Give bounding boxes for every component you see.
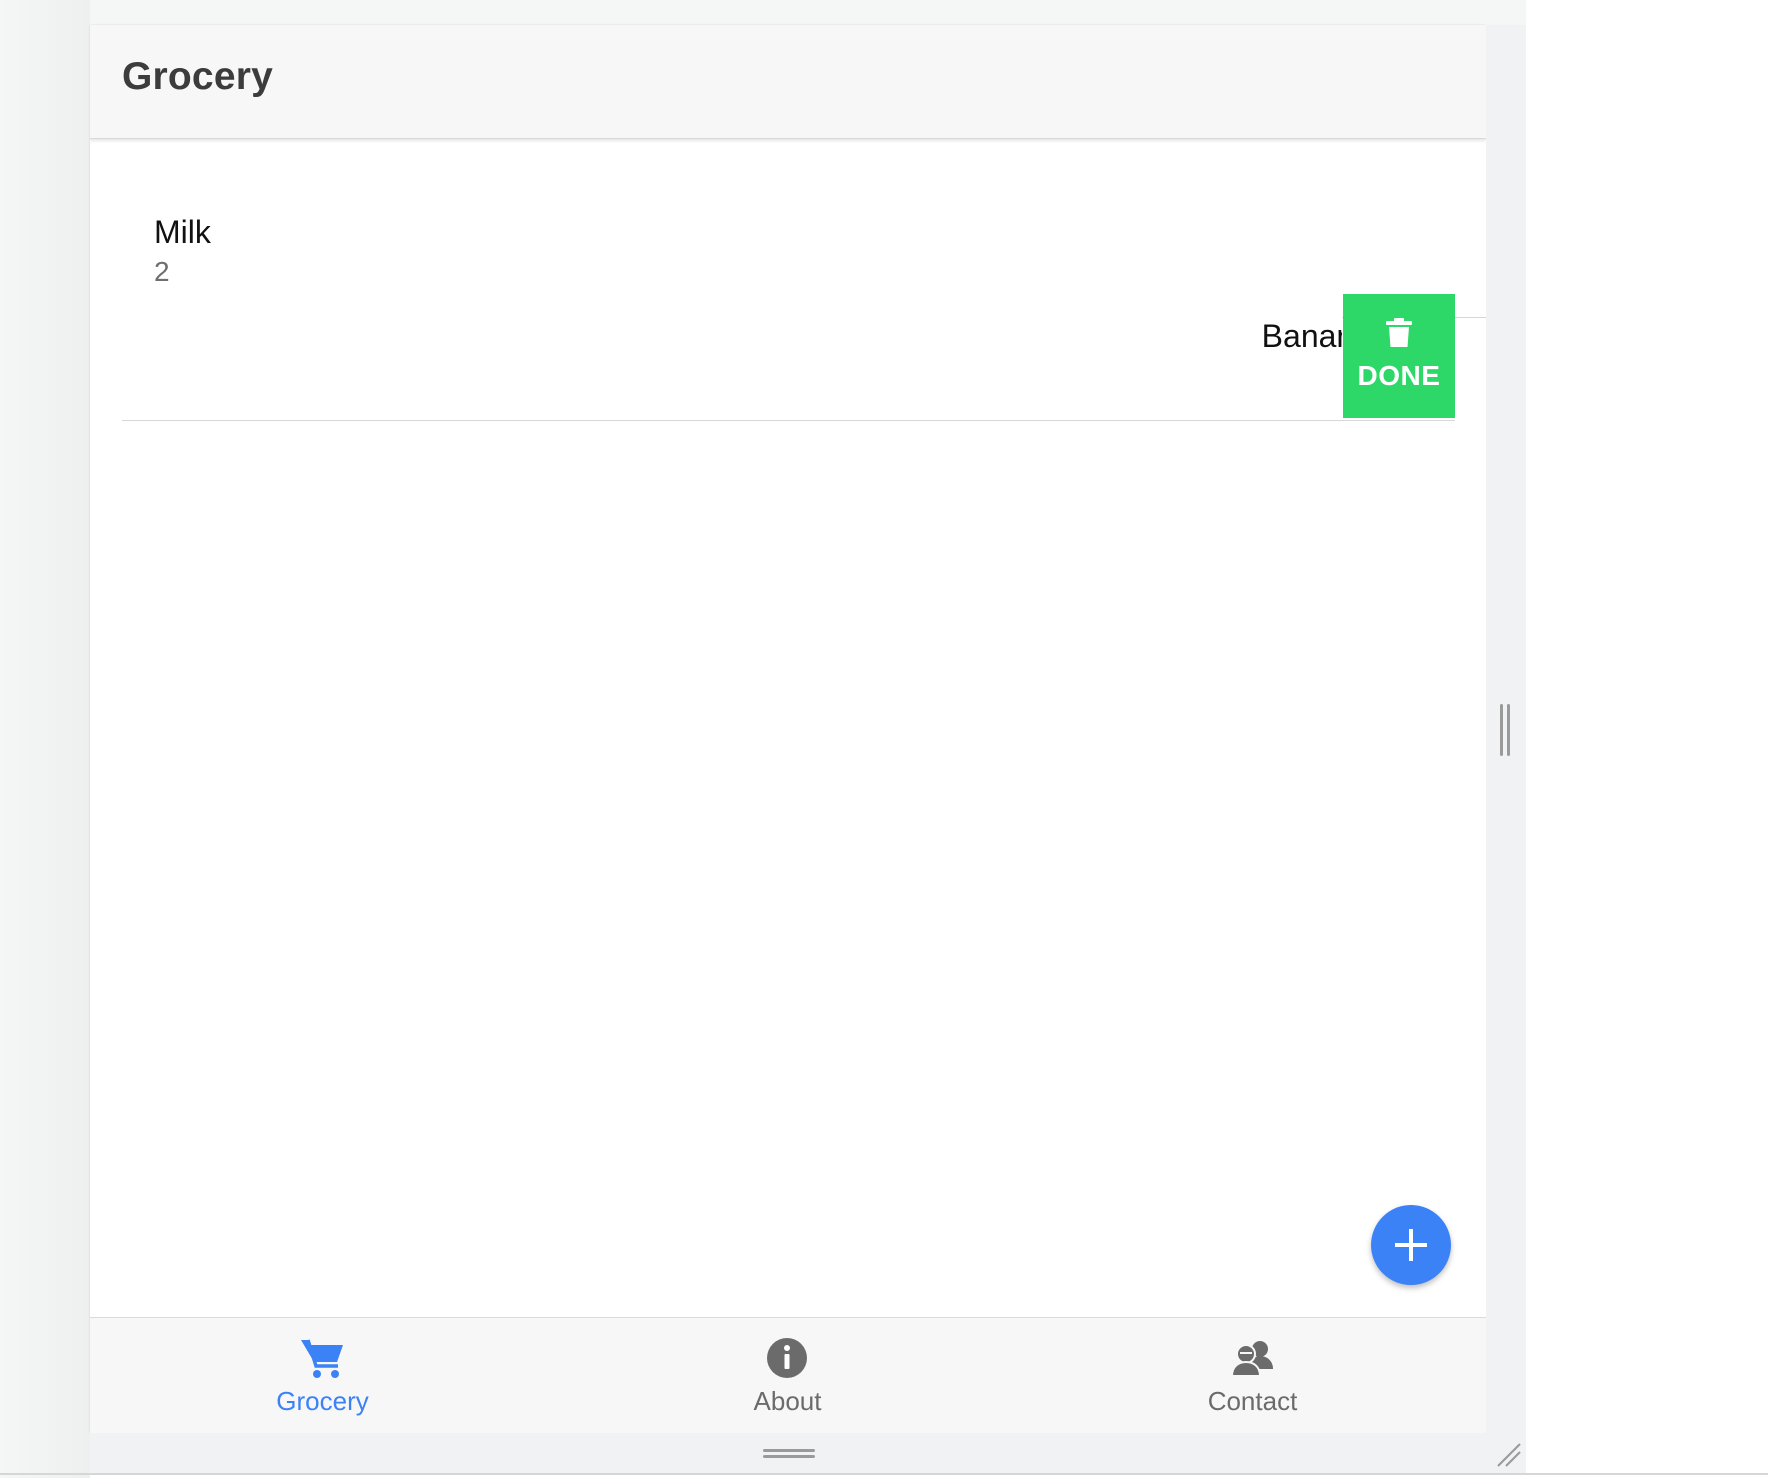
tab-label: Grocery <box>276 1386 369 1416</box>
tab-label: About <box>753 1386 822 1416</box>
add-item-button[interactable] <box>1371 1205 1451 1285</box>
divider <box>122 420 1455 421</box>
people-icon <box>1231 1341 1273 1377</box>
list-item-swiped[interactable]: Banana DONE <box>122 294 1455 421</box>
top-gutter <box>90 0 1526 25</box>
trash-icon <box>1386 318 1412 347</box>
viewport: Grocery Milk 2 Banana DONE <box>0 0 1768 1478</box>
tab-grocery[interactable]: Grocery <box>90 1318 555 1433</box>
item-name: Milk <box>154 214 211 250</box>
done-button[interactable]: DONE <box>1343 294 1455 418</box>
left-gutter <box>0 0 90 1478</box>
tab-bar: Grocery About Contact <box>90 1317 1486 1433</box>
list-item[interactable]: Milk 2 <box>90 141 1486 318</box>
horizontal-drag-handle[interactable] <box>763 1449 815 1459</box>
app-window: Grocery Milk 2 Banana DONE <box>90 25 1486 1433</box>
info-icon <box>767 1338 807 1378</box>
cart-icon <box>301 1339 343 1378</box>
done-label: DONE <box>1357 360 1441 391</box>
tab-label: Contact <box>1207 1386 1298 1416</box>
tab-contact[interactable]: Contact <box>1020 1318 1485 1433</box>
page-title: Grocery <box>122 55 273 98</box>
item-content[interactable]: Banana <box>122 294 1342 420</box>
vertical-drag-handle[interactable] <box>1500 704 1512 756</box>
item-name: Banana <box>1261 318 1342 354</box>
item-quantity: 2 <box>154 256 170 287</box>
tab-about[interactable]: About <box>555 1318 1020 1433</box>
page-divider <box>0 1473 1768 1475</box>
plus-icon <box>1395 1229 1427 1261</box>
resize-grip-icon[interactable] <box>1494 1440 1522 1468</box>
app-header: Grocery <box>90 25 1486 139</box>
